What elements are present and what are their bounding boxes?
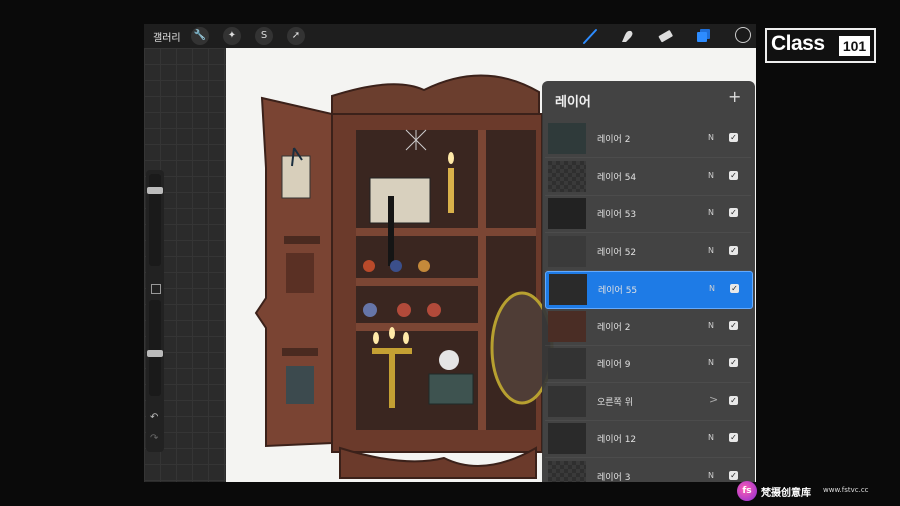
blend-mode-button[interactable]: N: [708, 246, 714, 255]
blend-mode-button[interactable]: N: [708, 433, 714, 442]
class101-logo: Class 101: [765, 28, 876, 63]
logo-number: 101: [839, 36, 870, 56]
visibility-checkbox[interactable]: ✓: [729, 358, 738, 367]
watermark-logo-icon: fs: [737, 481, 757, 501]
logo-text: Class: [771, 32, 825, 55]
layer-row[interactable]: 레이어 54 N ✓: [545, 159, 751, 196]
wrench-icon[interactable]: 🔧: [191, 27, 209, 45]
layer-row[interactable]: 레이어 3 N ✓: [545, 459, 751, 483]
layer-thumbnail[interactable]: [548, 385, 586, 417]
eraser-icon[interactable]: [655, 26, 675, 46]
canvas-area[interactable]: ↶ ↷ 레이어 + 레이어 2 N ✓ 레이어 54 N ✓ 레이어 53 N ✓ 레이어 52 N…: [144, 48, 756, 482]
layer-row[interactable]: 레이어 2 N ✓: [545, 121, 751, 158]
layer-thumbnail[interactable]: [548, 423, 586, 454]
layer-thumbnail[interactable]: [548, 310, 586, 342]
brush-icon[interactable]: [580, 26, 600, 46]
layer-row[interactable]: 레이어 12 N ✓: [545, 421, 751, 458]
gallery-button[interactable]: 갤러리: [153, 29, 181, 44]
undo-icon[interactable]: ↶: [150, 412, 158, 423]
layers-title: 레이어: [555, 95, 591, 110]
magic-wand-icon[interactable]: ✦: [223, 27, 241, 45]
watermark-url: www.fstvc.cc: [823, 486, 869, 494]
layer-name[interactable]: 레이어 54: [597, 170, 636, 183]
layer-name[interactable]: 레이어 2: [597, 132, 630, 145]
layer-thumbnail[interactable]: [548, 198, 586, 229]
blend-mode-button[interactable]: N: [708, 171, 714, 180]
opacity-thumb[interactable]: [147, 349, 163, 357]
layer-row[interactable]: 레이어 53 N ✓: [545, 196, 751, 233]
layer-thumbnail[interactable]: [548, 460, 586, 482]
visibility-checkbox[interactable]: ✓: [729, 208, 738, 217]
layer-name[interactable]: 레이어 3: [597, 470, 630, 483]
redo-icon[interactable]: ↷: [150, 433, 158, 444]
watermark-name: 梵摄创意库: [761, 488, 811, 499]
layer-thumbnail[interactable]: [549, 274, 587, 305]
left-sidebar: ↶ ↷: [146, 170, 164, 452]
group-expand-icon[interactable]: >: [709, 393, 718, 406]
layer-row[interactable]: 레이어 2 N ✓: [545, 309, 751, 346]
top-toolbar: 갤러리 🔧 ✦ S ➚: [144, 24, 756, 48]
add-layer-button[interactable]: +: [728, 87, 741, 106]
layer-thumbnail[interactable]: [548, 160, 586, 192]
layer-name[interactable]: 레이어 55: [598, 283, 637, 296]
layer-name[interactable]: 레이어 9: [597, 357, 630, 370]
visibility-checkbox[interactable]: ✓: [730, 284, 739, 293]
layer-name[interactable]: 레이어 52: [597, 245, 636, 258]
layer-thumbnail[interactable]: [548, 123, 586, 154]
visibility-checkbox[interactable]: ✓: [729, 133, 738, 142]
layer-name[interactable]: 레이어 12: [597, 432, 636, 445]
layer-name[interactable]: 레이어 53: [597, 207, 636, 220]
visibility-checkbox[interactable]: ✓: [729, 320, 738, 330]
layer-thumbnail[interactable]: [548, 235, 586, 267]
layer-row[interactable]: 레이어 55 N ✓: [545, 271, 753, 309]
visibility-checkbox[interactable]: ✓: [729, 245, 738, 255]
layer-name[interactable]: 오른쪽 위: [597, 395, 633, 408]
layers-icon[interactable]: [694, 26, 714, 46]
layer-row[interactable]: 레이어 9 N ✓: [545, 346, 751, 383]
modify-button[interactable]: [151, 284, 161, 294]
blend-mode-button[interactable]: N: [708, 133, 714, 142]
layer-row[interactable]: 레이어 52 N ✓: [545, 234, 751, 271]
brush-size-thumb[interactable]: [147, 186, 163, 194]
selection-icon[interactable]: S: [255, 27, 273, 45]
procreate-window: 갤러리 🔧 ✦ S ➚ ↶ ↷ 레이어 + 레이어 2 N ✓ 레이어 54 N…: [144, 24, 756, 482]
layer-thumbnail[interactable]: [548, 348, 586, 379]
smudge-icon[interactable]: [617, 26, 637, 46]
opacity-slider[interactable]: [149, 300, 161, 396]
visibility-checkbox[interactable]: ✓: [729, 433, 738, 442]
blend-mode-button[interactable]: N: [708, 208, 714, 217]
transform-arrow-icon[interactable]: ➚: [287, 27, 305, 45]
blend-mode-button[interactable]: N: [708, 321, 714, 330]
layer-row[interactable]: 오른쪽 위 > ✓: [545, 384, 751, 421]
layer-name[interactable]: 레이어 2: [597, 320, 630, 333]
visibility-checkbox[interactable]: ✓: [729, 170, 738, 180]
layers-panel: 레이어 + 레이어 2 N ✓ 레이어 54 N ✓ 레이어 53 N ✓ 레이어 52 N ✓ 레이어…: [542, 81, 755, 482]
color-swatch-button[interactable]: [735, 27, 751, 43]
visibility-checkbox[interactable]: ✓: [729, 395, 738, 405]
blend-mode-button[interactable]: N: [709, 284, 715, 293]
blend-mode-button[interactable]: N: [708, 358, 714, 367]
visibility-checkbox[interactable]: ✓: [729, 470, 738, 480]
blend-mode-button[interactable]: N: [708, 471, 714, 480]
